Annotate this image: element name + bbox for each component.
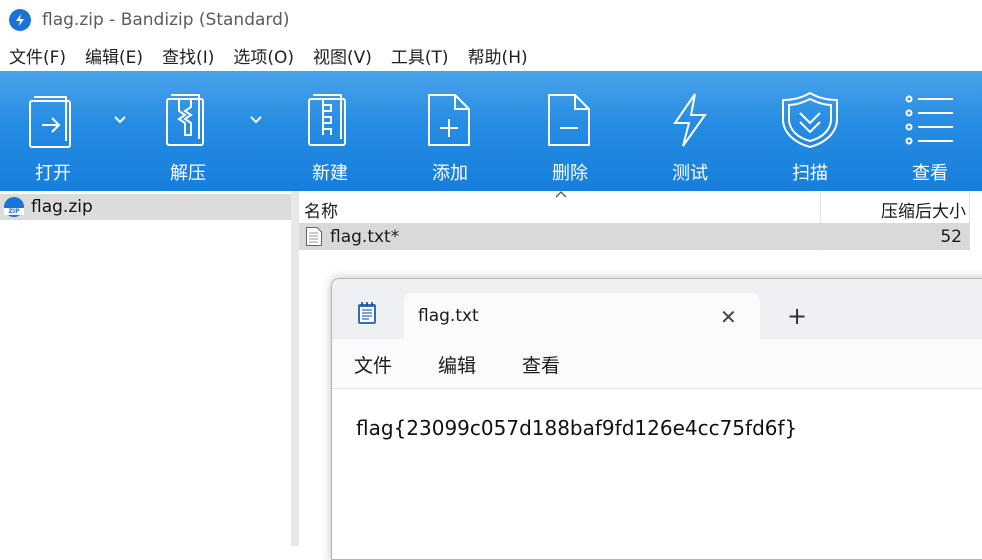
delete-file-icon <box>548 94 590 146</box>
pane-splitter[interactable] <box>291 191 299 546</box>
tree-item-archive[interactable]: ZIP flag.zip <box>0 194 291 220</box>
delete-button[interactable]: 删除 <box>515 71 625 191</box>
extract-icon <box>166 94 204 146</box>
menu-bar: 文件(F) 编辑(E) 查找(I) 选项(O) 视图(V) 工具(T) 帮助(H… <box>0 40 982 71</box>
notepad-tab[interactable]: flag.txt ✕ <box>404 293 760 339</box>
title-bar: flag.zip - Bandizip (Standard) <box>0 0 982 40</box>
menu-find[interactable]: 查找(I) <box>153 43 224 68</box>
notepad-menu-bar: 文件 编辑 查看 <box>332 339 982 389</box>
lightning-icon <box>673 93 707 147</box>
new-archive-button[interactable]: 新建 <box>275 71 385 191</box>
file-list-header: 名称 压缩后大小 <box>299 191 982 222</box>
open-label: 打开 <box>35 163 71 184</box>
text-file-icon <box>306 227 322 246</box>
open-icon <box>29 96 71 148</box>
view-button[interactable]: 查看 <box>875 71 982 191</box>
menu-help[interactable]: 帮助(H) <box>459 43 538 68</box>
test-label: 测试 <box>672 163 708 184</box>
extract-label: 解压 <box>170 163 206 184</box>
open-button[interactable]: 打开 <box>0 71 108 191</box>
sort-ascending-icon <box>555 191 567 198</box>
list-view-icon <box>905 95 953 145</box>
file-name-cell: flag.txt* <box>330 227 400 247</box>
column-name-header[interactable]: 名称 <box>304 197 338 222</box>
menu-file[interactable]: 文件(F) <box>0 43 76 68</box>
extract-dropdown-icon[interactable] <box>248 111 264 127</box>
menu-tools[interactable]: 工具(T) <box>382 43 459 68</box>
scan-label: 扫描 <box>792 163 828 184</box>
notepad-tab-bar: flag.txt ✕ + <box>332 279 982 339</box>
menu-options[interactable]: 选项(O) <box>224 43 304 68</box>
test-button[interactable]: 测试 <box>635 71 745 191</box>
table-row[interactable]: flag.txt* 52 <box>299 223 970 250</box>
notepad-text-area[interactable]: flag{23099c057d188baf9fd126e4cc75fd6f} <box>332 389 982 559</box>
bandizip-logo-icon <box>9 9 31 31</box>
add-file-icon <box>428 94 470 146</box>
file-size-cell: 52 <box>940 227 962 247</box>
delete-label: 删除 <box>552 163 588 184</box>
new-tab-button[interactable]: + <box>787 304 807 328</box>
notepad-menu-view[interactable]: 查看 <box>522 351 560 378</box>
zip-archive-icon: ZIP <box>4 197 24 217</box>
tree-item-label: flag.zip <box>31 197 93 217</box>
notepad-menu-edit[interactable]: 编辑 <box>438 351 476 378</box>
scan-button[interactable]: 扫描 <box>755 71 865 191</box>
notepad-tab-title: flag.txt <box>418 306 479 326</box>
view-label: 查看 <box>912 163 948 184</box>
folder-tree: ZIP flag.zip <box>0 191 291 546</box>
new-label: 新建 <box>312 163 348 184</box>
add-button[interactable]: 添加 <box>395 71 505 191</box>
notepad-window: flag.txt ✕ + 文件 编辑 查看 flag{23099c057d188… <box>331 278 982 560</box>
add-label: 添加 <box>432 163 468 184</box>
open-dropdown-icon[interactable] <box>112 111 128 127</box>
menu-view[interactable]: 视图(V) <box>304 43 382 68</box>
notepad-text-content: flag{23099c057d188baf9fd126e4cc75fd6f} <box>356 416 798 440</box>
toolbar: 打开 解压 新建 添加 删除 测试 扫描 查看 <box>0 71 982 191</box>
extract-button[interactable]: 解压 <box>133 71 243 191</box>
menu-edit[interactable]: 编辑(E) <box>76 43 153 68</box>
shield-icon <box>782 91 838 149</box>
notepad-app-icon <box>358 302 376 324</box>
column-size-header[interactable]: 压缩后大小 <box>881 197 966 222</box>
close-icon[interactable]: ✕ <box>720 305 737 329</box>
notepad-menu-file[interactable]: 文件 <box>354 351 392 378</box>
window-title: flag.zip - Bandizip (Standard) <box>42 10 290 30</box>
new-archive-icon <box>308 94 346 146</box>
